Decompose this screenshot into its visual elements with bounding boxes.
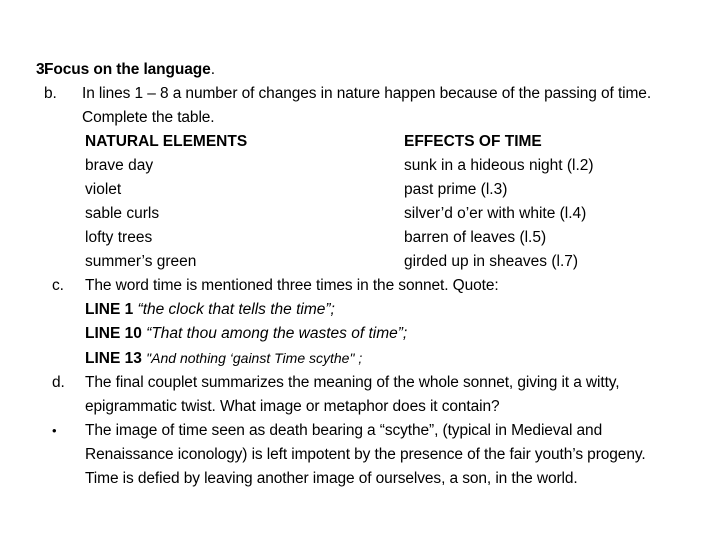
table-row: lofty trees barren of leaves (l.5) <box>85 226 720 250</box>
quote-line-label: LINE 10 <box>85 325 142 342</box>
item-c-row: c. The word time is mentioned three time… <box>0 274 720 298</box>
table-row: sable curls silver’d o’er with white (l.… <box>85 202 720 226</box>
item-d-marker: d. <box>52 374 65 391</box>
slide-page: 3. Focus on the language. b. In lines 1 … <box>0 0 720 540</box>
table-header-effects-of-time: EFFECTS OF TIME <box>404 133 542 150</box>
heading-text: Focus on the language <box>44 61 211 78</box>
table-cell-element: summer’s green <box>85 253 197 270</box>
item-b-text: In lines 1 – 8 a number of changes in na… <box>82 85 652 126</box>
table-cell-element: violet <box>85 181 122 198</box>
quote-row-line-13: LINE 13 "And nothing ‘gainst Time scythe… <box>0 346 720 371</box>
quote-text: "And nothing ‘gainst Time scythe" ; <box>146 350 363 366</box>
slide-content: 3. Focus on the language. b. In lines 1 … <box>0 58 720 491</box>
quote-row-line-10: LINE 10 “That thou among the wastes of t… <box>0 322 720 346</box>
quote-row-line-1: LINE 1 “the clock that tells the time”; <box>0 298 720 322</box>
bullet-marker-icon: • <box>52 423 57 438</box>
table-cell-effect: silver’d o’er with white (l.4) <box>404 205 587 222</box>
quote-line-label: LINE 1 <box>85 301 134 318</box>
item-d-row: d. The final couplet summarizes the mean… <box>0 371 720 419</box>
table-cell-element: sable curls <box>85 205 160 222</box>
quote-text: “the clock that tells the time”; <box>137 301 335 318</box>
table-cell-effect: past prime (l.3) <box>404 181 508 198</box>
table-row: violet past prime (l.3) <box>85 178 720 202</box>
elements-effects-table: NATURAL ELEMENTS EFFECTS OF TIME brave d… <box>0 130 720 274</box>
heading-marker: 3. <box>36 61 49 78</box>
item-bullet-text: The image of time seen as death bearing … <box>85 422 646 487</box>
quote-text: “That thou among the wastes of time”; <box>146 325 408 342</box>
table-cell-effect: girded up in sheaves (l.7) <box>404 253 579 270</box>
table-cell-effect: barren of leaves (l.5) <box>404 229 547 246</box>
item-bullet-row: • The image of time seen as death bearin… <box>0 419 720 491</box>
item-d-text: The final couplet summarizes the meaning… <box>85 374 620 415</box>
heading-text-container: Focus on the language. <box>44 58 720 82</box>
heading-row: 3. Focus on the language. <box>0 58 720 82</box>
item-b-row: b. In lines 1 – 8 a number of changes in… <box>0 82 720 130</box>
item-c-marker: c. <box>52 277 64 294</box>
table-cell-effect: sunk in a hideous night (l.2) <box>404 157 594 174</box>
table-header-row: NATURAL ELEMENTS EFFECTS OF TIME <box>85 130 720 154</box>
table-row: summer’s green girded up in sheaves (l.7… <box>85 250 720 274</box>
table-cell-element: lofty trees <box>85 229 153 246</box>
table-cell-element: brave day <box>85 157 154 174</box>
table-header-natural-elements: NATURAL ELEMENTS <box>85 133 248 150</box>
item-c-text: The word time is mentioned three times i… <box>85 277 499 294</box>
heading-trailing-period: . <box>210 61 215 78</box>
table-row: brave day sunk in a hideous night (l.2) <box>85 154 720 178</box>
quote-line-label: LINE 13 <box>85 350 142 367</box>
item-b-marker: b. <box>44 85 57 102</box>
